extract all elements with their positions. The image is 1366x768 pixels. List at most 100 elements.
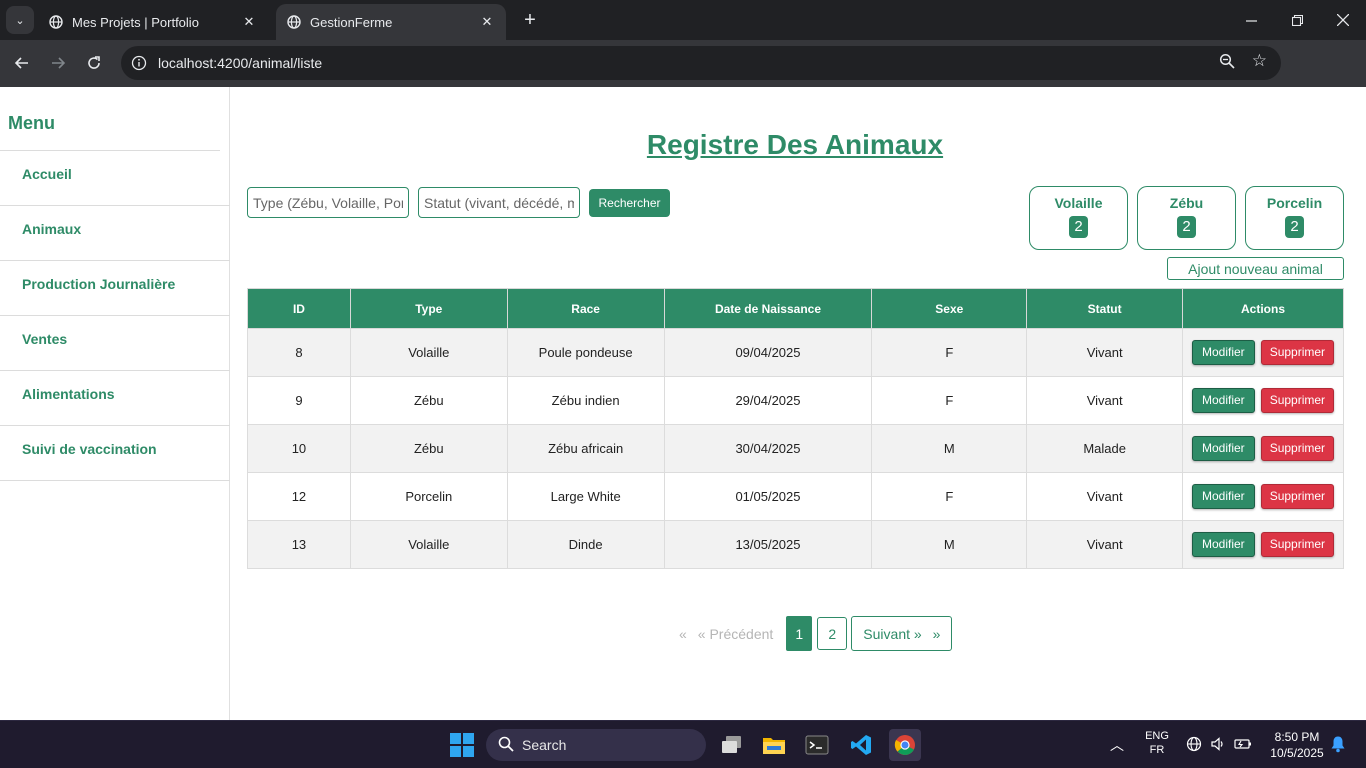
cell-actions: Modifier Supprimer — [1182, 376, 1344, 425]
pagination-page-2[interactable]: 2 — [817, 617, 848, 650]
cell-actions: Modifier Supprimer — [1182, 472, 1344, 521]
taskbar-search[interactable]: Search — [486, 729, 706, 761]
task-view-icon[interactable] — [716, 729, 748, 761]
clock[interactable]: 8:50 PM 10/5/2025 — [1262, 730, 1332, 760]
language-top: ENG — [1145, 730, 1169, 742]
table-row: 13 Volaille Dinde 13/05/2025 M Vivant Mo… — [247, 520, 1344, 569]
cell-statut: Vivant — [1026, 472, 1184, 521]
address-bar[interactable]: localhost:4200/animal/liste ☆ — [121, 46, 1281, 80]
battery-icon[interactable] — [1234, 736, 1252, 755]
cell-id: 10 — [247, 424, 351, 473]
taskbar-search-label: Search — [522, 737, 567, 753]
table-row: 8 Volaille Poule pondeuse 09/04/2025 F V… — [247, 328, 1344, 377]
cell-sexe: F — [871, 472, 1028, 521]
zoom-icon[interactable] — [1219, 53, 1235, 73]
volume-icon[interactable] — [1210, 736, 1226, 755]
new-tab-button[interactable]: + — [518, 8, 542, 32]
cell-id: 8 — [247, 328, 351, 377]
cell-date: 30/04/2025 — [663, 424, 873, 473]
page-title: Registre Des Animaux — [646, 129, 944, 160]
back-arrow-icon[interactable] — [9, 50, 35, 76]
terminal-icon[interactable] — [801, 729, 833, 761]
close-icon[interactable]: ✕ — [240, 13, 258, 31]
sidebar-item-vaccination[interactable]: Suivi de vaccination — [0, 426, 230, 481]
edit-button[interactable]: Modifier — [1192, 484, 1255, 509]
close-icon[interactable]: ✕ — [478, 13, 496, 31]
sidebar-item-ventes[interactable]: Ventes — [0, 316, 230, 371]
delete-button[interactable]: Supprimer — [1260, 436, 1335, 461]
stat-count-badge: 2 — [1069, 216, 1088, 238]
cell-date: 29/04/2025 — [663, 376, 873, 425]
sidebar-item-label: Suivi de vaccination — [22, 441, 157, 457]
sidebar-item-accueil[interactable]: Accueil — [0, 151, 230, 206]
clock-time: 8:50 PM — [1274, 730, 1320, 744]
column-header: Actions — [1182, 288, 1344, 329]
sidebar-item-production[interactable]: Production Journalière — [0, 261, 230, 316]
edit-button[interactable]: Modifier — [1192, 388, 1255, 413]
table-row: 9 Zébu Zébu indien 29/04/2025 F Vivant M… — [247, 376, 1344, 425]
pagination-next[interactable]: Suivant » » — [851, 616, 953, 651]
type-filter-input[interactable] — [247, 187, 409, 218]
column-header: ID — [247, 288, 351, 329]
pagination-next-label: Suivant » — [863, 625, 922, 642]
edit-button[interactable]: Modifier — [1192, 340, 1255, 365]
stat-count-badge: 2 — [1177, 216, 1196, 238]
windows-taskbar: Search ︿ ENG FR 8:50 PM 10/5/2025 — [0, 720, 1366, 768]
edit-button[interactable]: Modifier — [1192, 436, 1255, 461]
file-explorer-icon[interactable] — [758, 729, 790, 761]
delete-button[interactable]: Supprimer — [1260, 340, 1335, 365]
pagination-page-current[interactable]: 1 — [786, 616, 813, 651]
delete-button[interactable]: Supprimer — [1260, 484, 1335, 509]
cell-date: 13/05/2025 — [663, 520, 873, 569]
bookmark-star-icon[interactable]: ☆ — [1252, 51, 1267, 71]
sidebar-item-animaux[interactable]: Animaux — [0, 206, 230, 261]
edit-button[interactable]: Modifier — [1192, 532, 1255, 557]
chrome-icon[interactable] — [889, 729, 921, 761]
pagination-previous: « Précédent — [697, 625, 774, 642]
language-indicator[interactable]: ENG FR — [1140, 730, 1174, 756]
language-bottom: FR — [1149, 744, 1165, 756]
pagination: « « Précédent 1 2 Suivant » » — [679, 616, 953, 651]
pagination-first: « — [679, 625, 687, 642]
cell-sexe: F — [871, 376, 1028, 425]
reload-icon[interactable] — [81, 50, 107, 76]
cell-sexe: F — [871, 328, 1028, 377]
network-icon[interactable] — [1186, 736, 1202, 755]
close-window-button[interactable] — [1320, 0, 1366, 40]
tab-title: GestionFerme — [310, 14, 393, 30]
windows-start-icon[interactable] — [450, 733, 474, 757]
minimize-button[interactable] — [1228, 0, 1274, 40]
vscode-icon[interactable] — [845, 729, 877, 761]
sidebar-item-label: Accueil — [22, 166, 72, 182]
stat-card-volaille: Volaille 2 — [1029, 186, 1128, 250]
cell-type: Zébu — [349, 424, 508, 473]
tab-title: Mes Projets | Portfolio — [72, 14, 199, 30]
tab-search-button[interactable]: ⌄ — [6, 6, 34, 34]
forward-arrow-icon[interactable] — [45, 50, 71, 76]
cell-id: 12 — [247, 472, 351, 521]
restore-button[interactable] — [1274, 0, 1320, 40]
sidebar-item-label: Alimentations — [22, 386, 115, 402]
site-info-icon[interactable] — [124, 48, 154, 78]
cell-race: Zébu africain — [506, 424, 665, 473]
status-filter-input[interactable] — [418, 187, 580, 218]
cell-sexe: M — [871, 520, 1028, 569]
show-hidden-icons-chevron-icon[interactable]: ︿ — [1110, 735, 1124, 755]
add-animal-button[interactable]: Ajout nouveau animal — [1167, 257, 1344, 280]
table-header-row: ID Type Race Date de Naissance Sexe Stat… — [247, 288, 1344, 329]
search-icon — [498, 736, 514, 755]
delete-button[interactable]: Supprimer — [1260, 532, 1335, 557]
stat-card-zebu: Zébu 2 — [1137, 186, 1236, 250]
cell-race: Poule pondeuse — [506, 328, 665, 377]
pagination-last[interactable]: » — [933, 626, 941, 642]
clock-date: 10/5/2025 — [1270, 746, 1324, 760]
table-row: 12 Porcelin Large White 01/05/2025 F Viv… — [247, 472, 1344, 521]
search-button[interactable]: Rechercher — [589, 189, 670, 217]
tab-gestionferme[interactable]: GestionFerme ✕ — [276, 4, 506, 40]
cell-id: 13 — [247, 520, 351, 569]
notification-bell-icon[interactable] — [1330, 735, 1346, 756]
cell-id: 9 — [247, 376, 351, 425]
sidebar-item-alimentations[interactable]: Alimentations — [0, 371, 230, 426]
delete-button[interactable]: Supprimer — [1260, 388, 1335, 413]
tab-portfolio[interactable]: Mes Projets | Portfolio ✕ — [38, 4, 268, 40]
